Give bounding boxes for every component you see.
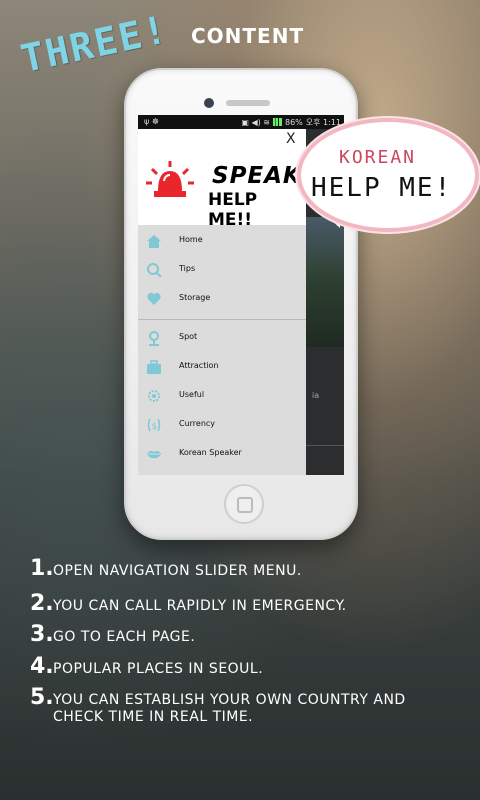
step-text: OPEN NAVIGATION SLIDER MENU.: [53, 563, 302, 579]
svg-text:$: $: [152, 422, 158, 432]
step-number: 3.: [30, 622, 54, 647]
step-number: 4.: [30, 654, 54, 679]
status-bar: ψ ☸ ▣ ◀) ≋ 86% 오후 1:11: [138, 115, 344, 129]
menu-item-useful[interactable]: Useful: [138, 382, 306, 410]
menu-item-label: Attraction: [179, 361, 219, 370]
menu-item-attraction[interactable]: Attraction: [138, 353, 306, 381]
siren-icon: [146, 161, 194, 197]
notification-icons: ▣ ◀) ≋: [241, 117, 270, 127]
header-content-label: CONTENT: [191, 24, 305, 48]
menu-item-label: Home: [179, 235, 203, 244]
menu-item-label: Tips: [179, 264, 196, 273]
signal-icon: [272, 118, 282, 126]
logo-help-me: HELP ME!!: [208, 190, 258, 230]
step-number: 5.: [30, 685, 54, 710]
step-number: 1.: [30, 556, 54, 581]
earpiece-speaker: [226, 100, 270, 106]
close-button[interactable]: X: [286, 131, 296, 147]
gear-icon: [148, 390, 160, 402]
home-icon: [147, 235, 161, 248]
menu-item-label: Spot: [179, 332, 198, 341]
landscape-image: [306, 217, 344, 347]
drawer-header: X SPEAK HELP ME!!: [138, 129, 306, 230]
step-text: GO TO EACH PAGE.: [53, 629, 196, 645]
status-time: 오후 1:11: [305, 117, 341, 127]
menu-item-tips[interactable]: Tips: [138, 256, 306, 284]
step-text: YOU CAN CALL RAPIDLY IN EMERGENCY.: [53, 598, 347, 614]
menu-divider: [138, 319, 306, 320]
home-button[interactable]: [224, 484, 264, 524]
bubble-korean-text: KOREAN: [339, 147, 417, 168]
front-camera: [204, 98, 214, 108]
bubble-help-text: HELP ME!: [311, 173, 453, 203]
battery-level: 86%: [284, 117, 303, 127]
menu-item-label: Storage: [179, 293, 211, 302]
background-text: ia: [312, 391, 320, 400]
step-text: POPULAR PLACES IN SEOUL.: [53, 661, 264, 677]
menu-item-korean-speaker[interactable]: Korean Speaker: [138, 440, 306, 468]
menu-item-spot[interactable]: Spot: [138, 324, 306, 352]
usb-icon: ψ ☸: [144, 117, 159, 126]
menu-item-label: Korean Speaker: [179, 448, 242, 457]
currency-icon: $: [147, 418, 161, 432]
step-number: 2.: [30, 591, 54, 616]
heart-icon: [147, 292, 161, 305]
search-icon: [147, 263, 162, 278]
menu-item-storage[interactable]: Storage: [138, 285, 306, 313]
logo-speak: SPEAK: [212, 163, 302, 189]
menu-item-label: Useful: [179, 390, 205, 399]
briefcase-icon: [147, 360, 161, 374]
menu-item-currency[interactable]: $ Currency: [138, 411, 306, 439]
lips-icon: [147, 450, 161, 459]
menu-item-home[interactable]: Home: [138, 227, 306, 255]
step-text: YOU CAN ESTABLISH YOUR OWN COUNTRY AND C…: [53, 692, 406, 725]
navigation-drawer: X SPEAK HELP ME!! Home Tips Storage Spot…: [138, 129, 306, 475]
map-pin-icon: [149, 331, 159, 346]
background-divider: [306, 445, 344, 446]
menu-item-label: Currency: [179, 419, 216, 428]
